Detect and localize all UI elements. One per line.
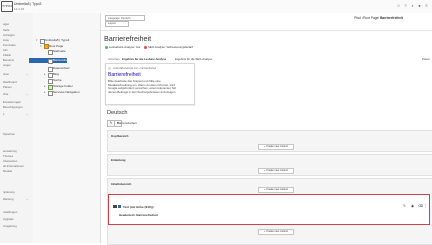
chevron-down-icon: ⌄ — [26, 112, 29, 116]
expand-icon[interactable]: ▾ — [36, 38, 38, 42]
column-title: Einleitung — [111, 158, 126, 162]
chevron-down-icon: ⌄ — [26, 72, 29, 76]
module-menu-item[interactable]: Module — [1, 170, 32, 173]
tree-item-barrierefreiheit[interactable]: Barrierefreiheit — [29, 58, 73, 64]
serp-url: umbrella5.example.com › barrierefreiheit — [113, 67, 156, 70]
create-content-button[interactable]: + Create new content — [258, 144, 294, 150]
module-menu-item[interactable]: ungen — [1, 64, 32, 67]
tree-item-startseite[interactable]: Startseite — [33, 49, 100, 55]
readability-status: Lesbarkeits-Analyse: Gut — [109, 45, 141, 49]
module-menu-item[interactable]: Formulare — [1, 44, 32, 47]
create-content-button[interactable]: + Create new content — [258, 229, 294, 235]
module-menu-item[interactable]: nplanung — [1, 191, 32, 194]
content-element-title: Text (mit Höhe (94%)) — [123, 205, 154, 209]
module-menu-item[interactable]: Info — [1, 49, 32, 52]
expand-icon[interactable]: ▸ — [44, 84, 46, 88]
drag-handle-icon[interactable] — [113, 205, 117, 208]
breadcrumb-current: Barrierefreiheit — [380, 16, 403, 20]
tab-readability[interactable]: Ergebnis für die Lesbare Analyse — [122, 57, 166, 62]
module-menu-item[interactable]: onen ⌄ — [1, 73, 32, 76]
help-icon[interactable]: ? — [403, 3, 408, 8]
module-menu-item[interactable]: Wartung ⌄ — [1, 198, 32, 201]
column-title: Kopfbereich — [111, 134, 129, 138]
module-menu-item[interactable]: Anzeigen — [1, 34, 32, 37]
tree-item-site-root[interactable]: ▾ Umbrella5 | Typo3 — [33, 38, 100, 44]
content-type-icon — [118, 205, 121, 208]
column-einleitung: Einleitung + Create new content — [107, 154, 432, 176]
content-element[interactable]: Text (mit Höhe (94%)) Headertext: Barrie… — [108, 194, 430, 225]
serp-description-line: deines Beitrags in den Suchergebnissen a… — [108, 89, 177, 94]
expand-icon[interactable]: ▸ — [44, 90, 46, 94]
module-menu-item[interactable]: Planen — [1, 86, 32, 89]
expand-icon[interactable]: ▸ — [44, 72, 46, 76]
search-icon[interactable]: ⌕ — [410, 3, 415, 8]
user-icon[interactable]: ● — [417, 3, 422, 8]
typo3-logo[interactable]: TYPO3 — [1, 1, 13, 12]
visibility-icon[interactable]: ◉ — [411, 204, 414, 208]
module-menu-item[interactable]: Sprachen — [1, 133, 32, 136]
chevron-down-icon: ⌄ — [26, 92, 29, 96]
tree-item-services-navigation[interactable]: ▸ Services Navigation — [33, 90, 100, 96]
tree-item-suche[interactable]: Suche — [33, 78, 100, 84]
page-title: Barrierefreiheit — [104, 34, 152, 43]
tree-item-blog[interactable]: ▸ Blog — [33, 72, 100, 78]
language-heading: Deutsch — [107, 110, 128, 116]
module-menu-item[interactable]: Berechtigungen — [1, 106, 32, 109]
tree-item-storage-folder[interactable]: ▸ Storage Folder — [33, 84, 100, 90]
module-menu-item[interactable]: Liste — [1, 39, 32, 42]
delete-icon[interactable]: ⌫ — [418, 204, 423, 208]
breadcrumb: Pfad: /Root Page/ Barrierefreiheit — [354, 16, 403, 20]
module-menu-item[interactable]: Filelist — [1, 54, 32, 57]
module-menu-item[interactable]: ugen — [1, 23, 32, 26]
status-bad-icon — [144, 45, 147, 49]
module-menu-item[interactable]: Dashboard — [1, 81, 32, 84]
top-bar: TYPO3 Umbrella5 | Typo3 12.4.18 ☆ ? ⌕ ● … — [0, 0, 432, 14]
module-menu-item[interactable]: chte ⌄ — [1, 93, 32, 96]
expand-icon[interactable]: ▾ — [40, 44, 42, 48]
module-menu-item[interactable]: Seite — [1, 29, 32, 32]
chevron-down-icon: ⌄ — [26, 197, 29, 201]
site-name: Umbrella5 | Typo3 — [14, 2, 42, 6]
serp-preview[interactable]: umbrella5.example.com › barrierefreiheit… — [105, 63, 195, 105]
status-good-icon — [105, 45, 108, 49]
module-menu-item[interactable]: Upgrade — [1, 218, 32, 221]
site-version: 12.4.18 — [14, 6, 25, 11]
module-menu-item[interactable]: Erweiterungen — [1, 101, 32, 104]
tree-item-root-page[interactable]: ▾ Root Page — [33, 44, 100, 50]
favicon-icon — [108, 67, 111, 70]
column-kopfbereich: Kopfbereich + Create new content — [107, 130, 432, 152]
module-menu-item[interactable]: tenwartung — [1, 150, 32, 153]
module-menu-item[interactable]: nstellungen — [1, 211, 32, 214]
column-label: Barrierefreiheit — [117, 121, 137, 125]
more-icon[interactable]: ⋮ — [424, 204, 427, 208]
module-menu-item[interactable]: Umgebung — [1, 225, 32, 228]
column-title: Inhaltsbereich — [111, 182, 132, 186]
menu-icon[interactable]: ≡ — [424, 3, 429, 8]
tree-item-datenschutz[interactable]: Datenschutz — [33, 66, 100, 72]
layout-select[interactable]: Layout — [105, 20, 129, 27]
module-menu-item[interactable]: Themes — [1, 155, 32, 158]
create-content-button[interactable]: + Create new content — [258, 187, 294, 193]
module-menu-item[interactable]: Benutzer — [1, 59, 32, 62]
edit-icon[interactable]: ✎ — [403, 204, 406, 208]
content-element-header: Headertext: Barrierefreiheit — [119, 213, 158, 217]
page-tree: ▾ Umbrella5 | Typo3 ▾ Root Page Startsei… — [29, 13, 101, 243]
tab-seo[interactable]: Ergebnis für die SEO-Analyse — [175, 57, 212, 62]
bookmark-icon[interactable]: ☆ — [396, 3, 401, 8]
module-menu: ugen Seite Anzeigen Liste Formulare Info… — [0, 13, 34, 243]
module-menu-item[interactable]: s ⌄ — [1, 113, 32, 116]
preset-label: Preset — [422, 58, 430, 61]
create-content-button[interactable]: + Create new content — [258, 168, 294, 174]
serp-title: Barrierefreiheit — [108, 72, 141, 78]
tab-preview[interactable]: Vorschau — [108, 57, 120, 62]
module-menu-item[interactable]: ell-Informationen — [1, 165, 32, 168]
seo-status: SEO-Analyse: Verbesserungsbedarf — [148, 45, 193, 49]
module-menu-item[interactable]: Übersetzen — [1, 160, 32, 163]
